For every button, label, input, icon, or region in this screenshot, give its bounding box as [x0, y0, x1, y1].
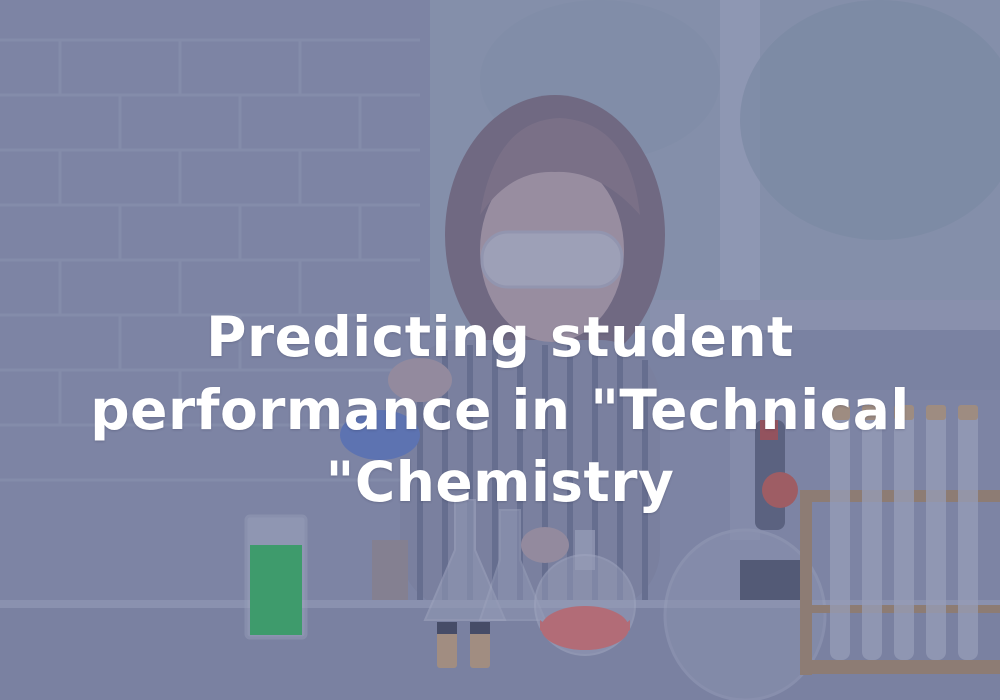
hero-title-line: Predicting student	[206, 305, 794, 370]
hero-title-line: performance in "Technical	[90, 377, 910, 442]
hero-title-line: "Chemistry	[325, 450, 675, 515]
hero-title-container: Predicting student performance in "Techn…	[0, 300, 1000, 520]
hero-banner: Predicting student performance in "Techn…	[0, 0, 1000, 700]
hero-title: Predicting student performance in "Techn…	[90, 301, 909, 519]
